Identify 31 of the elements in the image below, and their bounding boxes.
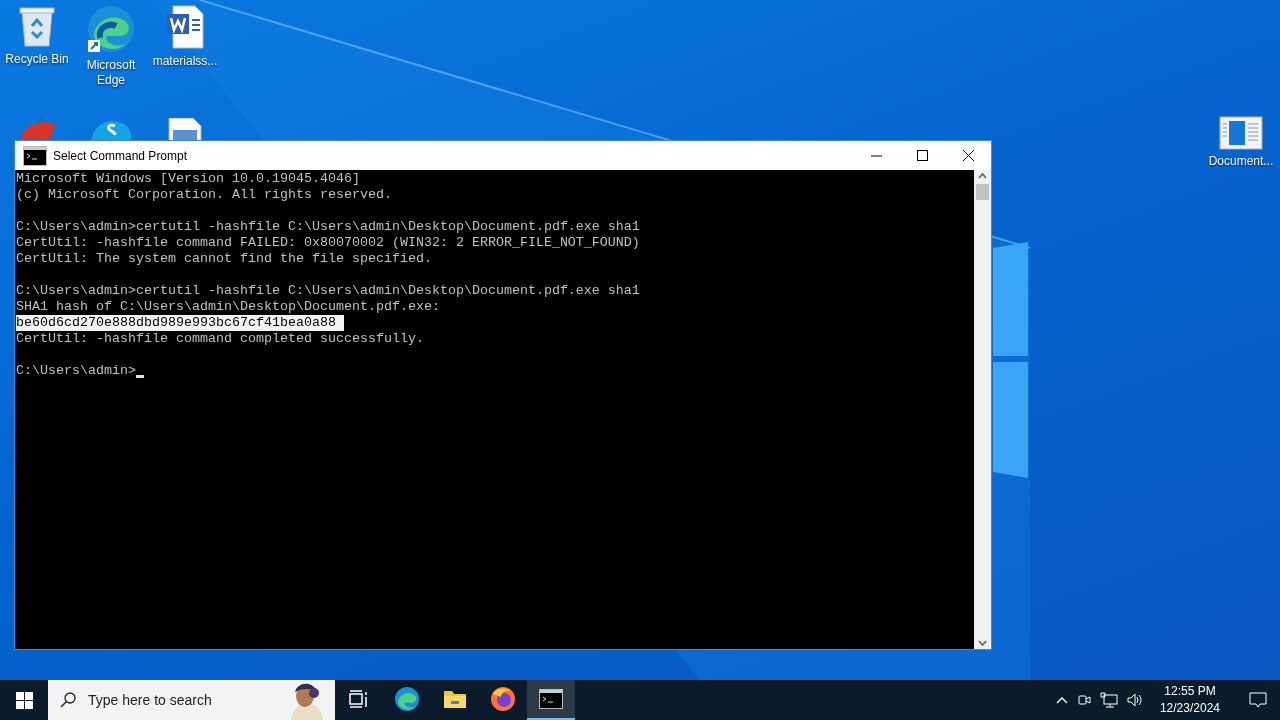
selected-text: be60d6cd270e888dbd989e993bc67cf41bea0a88	[16, 315, 344, 331]
search-field[interactable]: Type here to search	[86, 691, 269, 709]
terminal-icon	[23, 145, 47, 166]
scrollbar[interactable]	[974, 170, 991, 649]
document-window-icon	[1219, 116, 1263, 150]
chevron-up-icon[interactable]	[1055, 696, 1068, 704]
speech-bubble-icon	[1249, 691, 1267, 709]
windows-logo-icon	[15, 691, 33, 709]
firefox-icon	[490, 686, 516, 712]
desktop-icon[interactable]: materialss...	[148, 4, 222, 88]
text-cursor	[136, 375, 144, 378]
taskbar-app-button[interactable]	[527, 680, 575, 720]
terminal-icon	[539, 689, 563, 709]
desktop-icon[interactable]: Document...	[1204, 116, 1278, 169]
folder-icon	[443, 689, 467, 709]
clock[interactable]: 12:55 PM 12/23/2024	[1151, 683, 1228, 717]
maximize-icon	[916, 150, 928, 161]
recycle-bin-icon	[18, 4, 56, 48]
desktop-icon[interactable]: Recycle Bin	[0, 4, 74, 88]
desktop-icon[interactable]: Microsoft Edge	[74, 4, 148, 88]
edge-icon	[86, 4, 136, 54]
task-view-icon	[349, 690, 369, 708]
edge-icon	[394, 686, 420, 712]
search-icon	[60, 692, 76, 708]
volume-icon[interactable]	[1125, 692, 1144, 708]
network-icon[interactable]	[1099, 692, 1118, 708]
close-icon	[962, 150, 974, 161]
camera-icon[interactable]	[1075, 692, 1092, 708]
scrollbar-thumb[interactable]	[976, 184, 989, 200]
word-document-icon	[165, 4, 205, 50]
window-title: Select Command Prompt	[53, 148, 189, 163]
